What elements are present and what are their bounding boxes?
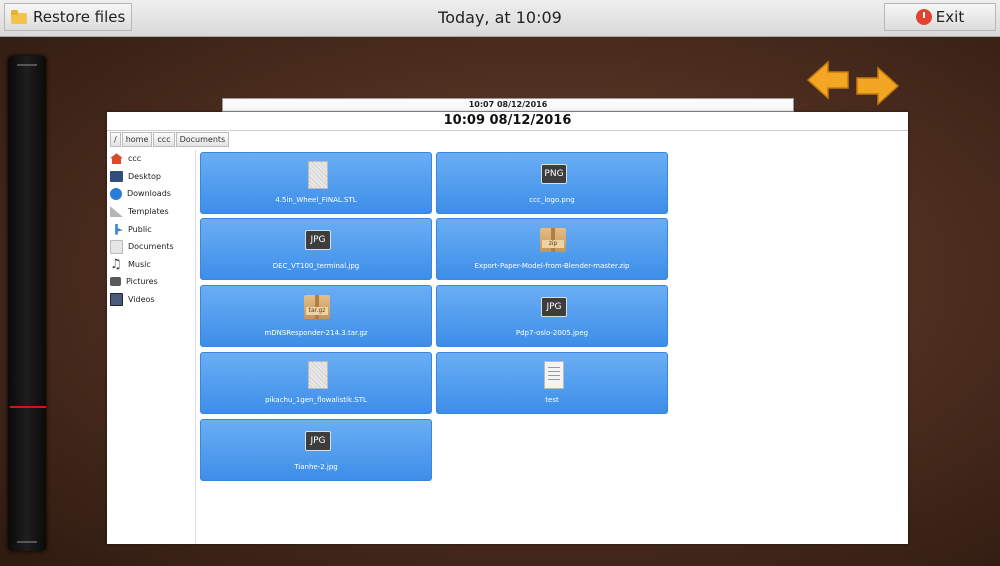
sidebar-item-label: Pictures xyxy=(126,277,158,287)
sidebar-item-label: Public xyxy=(128,224,152,234)
breadcrumb: / home ccc Documents xyxy=(110,132,230,147)
previous-snapshot-label[interactable]: 10:07 08/12/2016 xyxy=(222,98,794,112)
back-arrow-icon[interactable] xyxy=(806,58,850,102)
sidebar-item-label: Music xyxy=(128,259,151,269)
page-title: Today, at 10:09 xyxy=(438,8,562,27)
jpg-file-icon: JPG xyxy=(300,426,334,456)
restore-files-label: Restore files xyxy=(33,8,126,26)
snapshot-window: 10:09 08/12/2016 / home ccc Documents cc… xyxy=(107,112,908,544)
file-name: Pdp7-oslo-2005.jpeg xyxy=(515,329,589,337)
file-type-badge: JPG xyxy=(305,230,331,250)
sidebar-item-pictures[interactable]: Pictures xyxy=(107,273,195,291)
file-type-badge: zip xyxy=(542,240,564,248)
file-name: Export-Paper-Model-from-Blender-master.z… xyxy=(474,262,630,270)
file-type-badge: tar.gz xyxy=(306,307,328,315)
timeline-bottom-cap xyxy=(17,541,37,543)
file-tile[interactable]: JPG Tianhe-2.jpg xyxy=(200,419,432,481)
stl-file-icon xyxy=(300,159,334,189)
file-tile[interactable]: test xyxy=(436,352,668,414)
file-name: DEC_VT100_terminal.jpg xyxy=(272,262,360,270)
jpg-file-icon: JPG xyxy=(300,225,334,255)
home-icon xyxy=(110,153,123,165)
file-tile[interactable]: tar.gz mDNSResponder-214.3.tar.gz xyxy=(200,285,432,347)
file-tile[interactable]: JPG DEC_VT100_terminal.jpg xyxy=(200,218,432,280)
restore-files-button[interactable]: Restore files xyxy=(4,3,132,31)
file-name: ccc_logo.png xyxy=(529,196,575,204)
timeline-top-cap xyxy=(17,64,37,66)
sidebar-item-ccc[interactable]: ccc xyxy=(107,150,195,168)
desktop-icon xyxy=(110,170,123,182)
documents-icon xyxy=(110,239,123,254)
file-name: 4.5in_Wheel_FINAL.STL xyxy=(275,196,357,204)
folder-icon xyxy=(11,10,27,24)
png-file-icon: PNG xyxy=(536,159,570,189)
jpeg-file-icon: JPG xyxy=(536,292,570,322)
templates-icon xyxy=(110,206,123,218)
exit-label: Exit xyxy=(935,8,965,26)
file-tile[interactable]: zip Export-Paper-Model-from-Blender-mast… xyxy=(436,218,668,280)
sidebar-item-public[interactable]: Public xyxy=(107,220,195,238)
file-name: mDNSResponder-214.3.tar.gz xyxy=(264,329,368,337)
file-tile[interactable]: JPG Pdp7-oslo-2005.jpeg xyxy=(436,285,668,347)
public-icon xyxy=(115,223,123,235)
music-icon: ♫ xyxy=(110,256,122,272)
stl-file-icon xyxy=(300,359,334,389)
videos-icon xyxy=(110,293,123,307)
file-name: Tianhe-2.jpg xyxy=(294,463,338,471)
current-snapshot-label: 10:09 08/12/2016 xyxy=(107,112,908,131)
file-name: test xyxy=(545,396,559,404)
sidebar-item-documents[interactable]: Documents xyxy=(107,238,195,256)
file-name: pikachu_1gen_flowalistik.STL xyxy=(265,396,367,404)
file-type-badge: JPG xyxy=(541,297,567,317)
tar-archive-icon: tar.gz xyxy=(300,292,334,322)
exit-button[interactable]: Exit xyxy=(884,3,996,31)
file-type-badge: JPG xyxy=(305,431,331,451)
sidebar-item-label: Templates xyxy=(128,207,169,217)
timeline-current-marker[interactable] xyxy=(10,406,46,408)
sidebar-item-music[interactable]: ♫ Music xyxy=(107,256,195,274)
breadcrumb-home[interactable]: home xyxy=(121,132,153,147)
breadcrumb-ccc[interactable]: ccc xyxy=(153,132,175,147)
top-bar: Restore files Today, at 10:09 Exit xyxy=(0,0,1000,37)
sidebar-item-label: Downloads xyxy=(127,189,171,199)
sidebar-item-videos[interactable]: Videos xyxy=(107,291,195,309)
file-type-badge: PNG xyxy=(541,164,567,184)
breadcrumb-root[interactable]: / xyxy=(110,132,121,147)
file-tile[interactable]: pikachu_1gen_flowalistik.STL xyxy=(200,352,432,414)
file-tile[interactable]: PNG ccc_logo.png xyxy=(436,152,668,214)
sidebar-item-templates[interactable]: Templates xyxy=(107,203,195,221)
pictures-icon xyxy=(110,277,121,287)
sidebar-item-label: ccc xyxy=(128,154,142,164)
file-tile[interactable]: 4.5in_Wheel_FINAL.STL xyxy=(200,152,432,214)
sidebar-item-label: Desktop xyxy=(128,171,161,181)
sidebar-item-label: Documents xyxy=(128,242,174,252)
downloads-icon xyxy=(110,187,122,200)
power-icon xyxy=(915,9,932,25)
places-sidebar: ccc Desktop Downloads Templates Public D… xyxy=(107,150,196,544)
zip-archive-icon: zip xyxy=(536,225,570,255)
text-file-icon xyxy=(536,359,570,389)
breadcrumb-documents[interactable]: Documents xyxy=(175,132,230,147)
sidebar-item-label: Videos xyxy=(128,295,155,305)
forward-arrow-icon[interactable] xyxy=(854,64,900,108)
sidebar-item-downloads[interactable]: Downloads xyxy=(107,185,195,203)
timeline-slider[interactable] xyxy=(8,56,46,551)
sidebar-item-desktop[interactable]: Desktop xyxy=(107,168,195,186)
